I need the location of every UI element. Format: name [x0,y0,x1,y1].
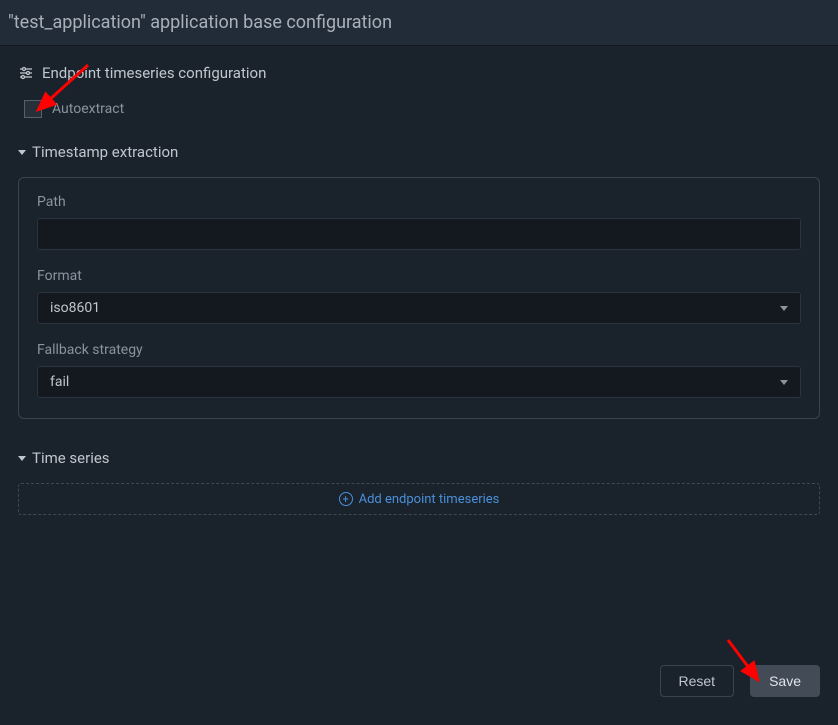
add-endpoint-timeseries-button[interactable]: + Add endpoint timeseries [18,483,820,515]
timestamp-extraction-panel: Path Format iso8601 Fallback strategy fa… [18,177,820,419]
plus-circle-icon: + [339,492,353,506]
page-header: "test_application" application base conf… [0,0,838,46]
sliders-icon [18,65,34,81]
path-input[interactable] [37,218,801,250]
path-field-group: Path [37,194,801,250]
timestamp-extraction-title: Timestamp extraction [32,143,178,161]
add-endpoint-timeseries-label: Add endpoint timeseries [359,492,500,507]
timestamp-extraction-header[interactable]: Timestamp extraction [18,143,820,161]
autoextract-label: Autoextract [52,101,124,117]
time-series-header[interactable]: Time series [18,449,820,467]
format-select-value: iso8601 [50,300,100,316]
fallback-select[interactable]: fail [37,366,801,398]
page-title: "test_application" application base conf… [8,12,392,33]
fallback-select-value: fail [50,374,69,390]
reset-button[interactable]: Reset [660,665,735,697]
format-label: Format [37,268,801,284]
section-label: Endpoint timeseries configuration [18,64,820,82]
chevron-down-icon [780,306,788,311]
save-button[interactable]: Save [750,665,820,697]
path-label: Path [37,194,801,210]
format-field-group: Format iso8601 [37,268,801,324]
format-select[interactable]: iso8601 [37,292,801,324]
fallback-label: Fallback strategy [37,342,801,358]
time-series-title: Time series [32,449,110,467]
autoextract-checkbox[interactable] [24,100,42,118]
autoextract-row: Autoextract [24,100,820,118]
caret-down-icon [18,150,26,155]
chevron-down-icon [780,380,788,385]
section-label-text: Endpoint timeseries configuration [42,64,266,82]
fallback-field-group: Fallback strategy fail [37,342,801,398]
caret-down-icon [18,456,26,461]
footer-actions: Reset Save [0,650,838,725]
main-content: Endpoint timeseries configuration Autoex… [0,46,838,515]
